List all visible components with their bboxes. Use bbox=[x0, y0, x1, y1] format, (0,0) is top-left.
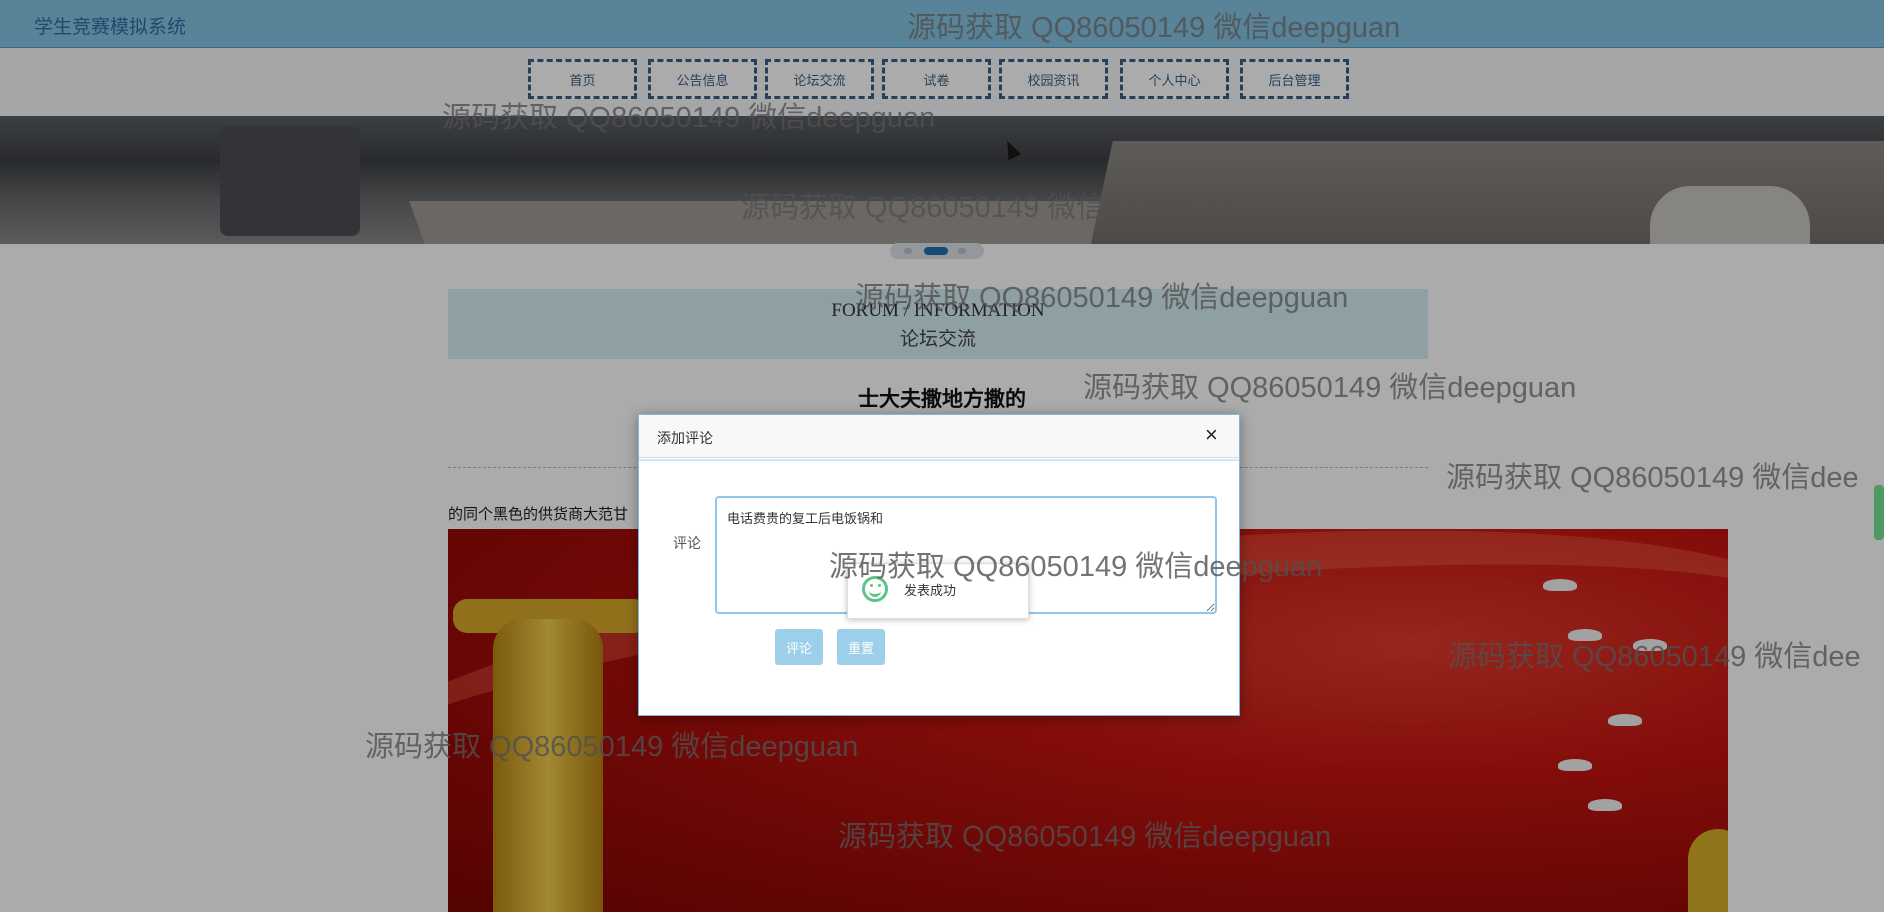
dialog-header: 添加评论 × bbox=[639, 415, 1239, 458]
comment-label: 评论 bbox=[673, 535, 701, 551]
watermark: 源码获取 QQ86050149 微信deepguan bbox=[838, 821, 1332, 853]
watermark: 源码获取 QQ86050149 微信deepguan bbox=[829, 551, 1323, 583]
watermark: 源码获取 QQ86050149 微信dee bbox=[1446, 462, 1859, 494]
watermark: 源码获取 QQ86050149 微信deepguan bbox=[907, 12, 1401, 44]
submit-comment-button[interactable]: 评论 bbox=[775, 629, 823, 665]
watermark: 源码获取 QQ86050149 微信dee bbox=[1448, 641, 1861, 673]
watermark: 源码获取 QQ86050149 微信deepguan bbox=[1083, 372, 1577, 404]
scrollbar[interactable] bbox=[1874, 485, 1884, 540]
reset-button[interactable]: 重置 bbox=[837, 629, 885, 665]
watermark: 源码获取 QQ86050149 微信deepguan bbox=[855, 282, 1349, 314]
watermark: 源码获取 QQ86050149 微信deepguan bbox=[442, 102, 936, 134]
dialog-title: 添加评论 bbox=[657, 430, 713, 446]
watermark: 源码获取 QQ86050149 微信deepguan bbox=[741, 192, 1235, 224]
watermark: 源码获取 QQ86050149 微信deepguan bbox=[365, 731, 859, 763]
close-icon[interactable]: × bbox=[1205, 424, 1218, 446]
